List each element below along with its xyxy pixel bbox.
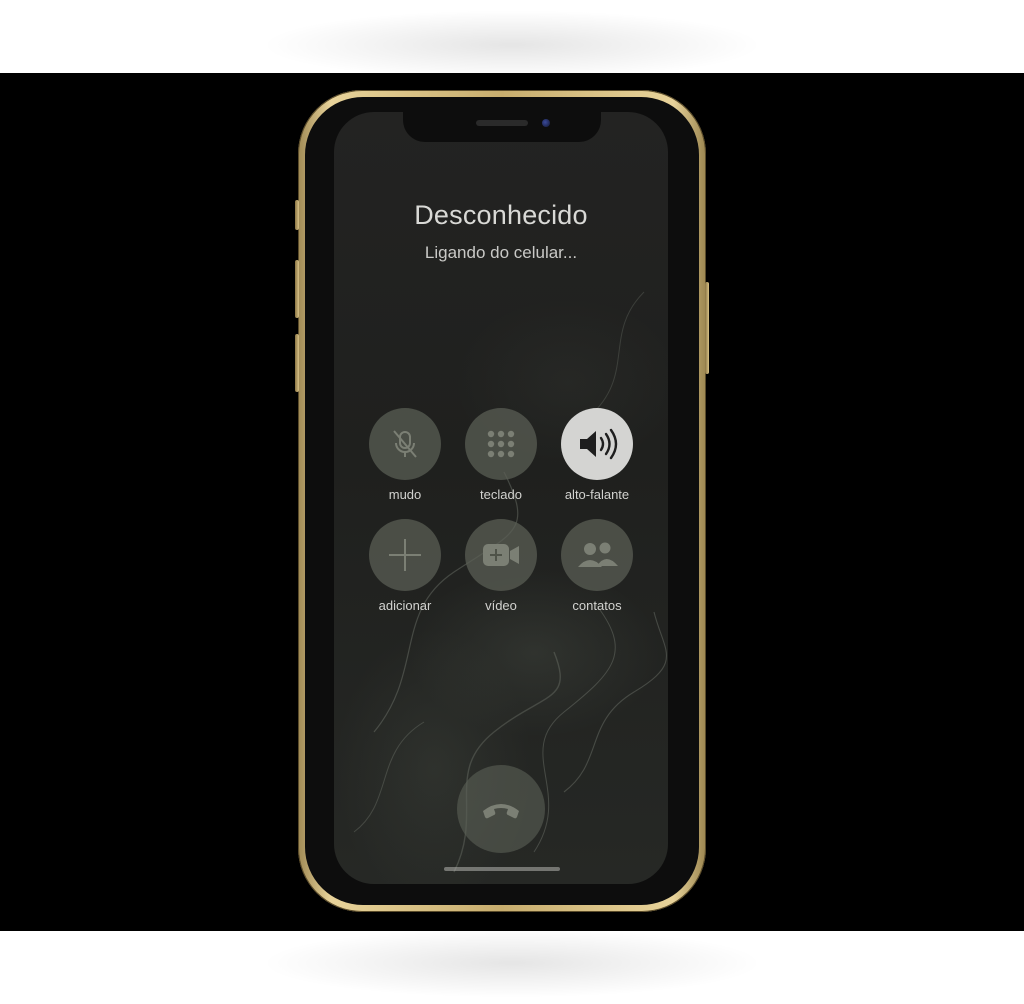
add-call-circle[interactable]	[369, 519, 441, 591]
front-camera	[542, 119, 550, 127]
video-camera-icon	[483, 544, 519, 566]
mute-button[interactable]: mudo	[357, 408, 453, 502]
video-button[interactable]: vídeo	[453, 519, 549, 613]
home-indicator[interactable]	[444, 867, 560, 871]
video-label: vídeo	[485, 598, 517, 613]
plus-icon	[389, 539, 421, 571]
silent-switch	[295, 200, 299, 230]
contacts-label: contatos	[572, 598, 622, 613]
speaker-button[interactable]: alto-falante	[549, 408, 645, 502]
microphone-slash-icon	[393, 430, 417, 458]
speaker-label: alto-falante	[564, 487, 630, 502]
speaker-circle[interactable]	[561, 408, 633, 480]
mute-label: mudo	[388, 487, 422, 502]
contacts-button[interactable]: contatos	[549, 519, 645, 613]
contacts-icon	[578, 542, 618, 567]
speaker-icon	[580, 428, 618, 460]
keypad-icon	[487, 430, 515, 458]
volume-up-button	[295, 260, 299, 318]
volume-down-button	[295, 334, 299, 392]
power-button	[705, 282, 709, 374]
bottom-shadow	[260, 928, 764, 998]
top-shadow	[260, 10, 764, 80]
earpiece-speaker	[476, 120, 528, 126]
add-call-label: adicionar	[378, 598, 432, 613]
keypad-label: teclado	[480, 487, 522, 502]
caller-name: Desconhecido	[414, 200, 588, 230]
video-circle[interactable]	[465, 519, 537, 591]
end-call-button[interactable]	[457, 765, 545, 853]
call-status: Ligando do celular...	[424, 243, 578, 262]
add-call-button[interactable]: adicionar	[357, 519, 453, 613]
mute-circle[interactable]	[369, 408, 441, 480]
contacts-circle[interactable]	[561, 519, 633, 591]
keypad-button[interactable]: teclado	[453, 408, 549, 502]
notch	[403, 112, 601, 142]
phone-hangup-icon	[483, 804, 519, 819]
keypad-circle[interactable]	[465, 408, 537, 480]
